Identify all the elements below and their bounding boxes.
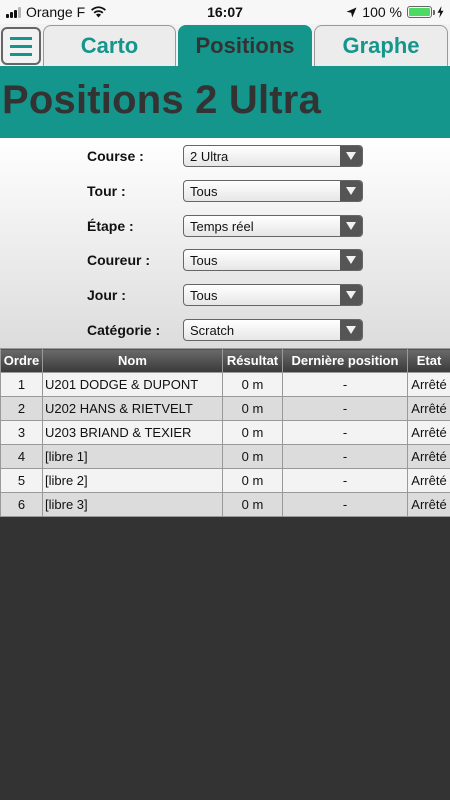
coureur-label: Coureur :: [87, 252, 150, 268]
jour-label: Jour :: [87, 287, 126, 303]
header-resultat[interactable]: Résultat: [222, 348, 283, 373]
cell-resultat: 0 m: [222, 372, 283, 397]
cell-derniere-position: -: [282, 444, 408, 469]
etape-select[interactable]: Temps réel: [183, 215, 363, 237]
coureur-select[interactable]: Tous: [183, 249, 363, 271]
page-title: Positions 2 Ultra: [2, 78, 322, 122]
cell-derniere-position: -: [282, 468, 408, 493]
cell-nom: [libre 3]: [42, 492, 223, 517]
tour-select[interactable]: Tous: [183, 180, 363, 202]
cell-etat: Arrêté: [407, 468, 450, 493]
cell-ordre: 2: [0, 396, 43, 421]
table-row[interactable]: 1 U201 DODGE & DUPONT 0 m - Arrêté: [0, 372, 450, 397]
cell-etat: Arrêté: [407, 420, 450, 445]
tab-graphe[interactable]: Graphe: [314, 25, 448, 66]
filter-row-tour: Tour : Tous: [0, 180, 450, 204]
cell-etat: Arrêté: [407, 444, 450, 469]
jour-select[interactable]: Tous: [183, 284, 363, 306]
filter-row-course: Course : 2 Ultra: [0, 145, 450, 169]
cell-resultat: 0 m: [222, 468, 283, 493]
cell-derniere-position: -: [282, 492, 408, 517]
title-band: Positions 2 Ultra: [0, 66, 450, 138]
cell-ordre: 4: [0, 444, 43, 469]
tour-select-value: Tous: [190, 184, 218, 199]
cell-nom: U203 BRIAND & TEXIER: [42, 420, 223, 445]
cell-etat: Arrêté: [407, 492, 450, 517]
table-row[interactable]: 5 [libre 2] 0 m - Arrêté: [0, 468, 450, 493]
table-row[interactable]: 6 [libre 3] 0 m - Arrêté: [0, 492, 450, 517]
positions-table: Ordre Nom Résultat Dernière position Eta…: [0, 348, 450, 517]
cell-derniere-position: -: [282, 396, 408, 421]
chevron-down-icon: [340, 181, 362, 201]
cell-nom: U202 HANS & RIETVELT: [42, 396, 223, 421]
filter-row-coureur: Coureur : Tous: [0, 249, 450, 273]
cell-resultat: 0 m: [222, 396, 283, 421]
cell-etat: Arrêté: [407, 372, 450, 397]
chevron-down-icon: [340, 285, 362, 305]
etape-label: Étape :: [87, 218, 134, 234]
cell-etat: Arrêté: [407, 396, 450, 421]
course-select-value: 2 Ultra: [190, 149, 229, 164]
filter-row-etape: Étape : Temps réel: [0, 215, 450, 239]
tab-carto[interactable]: Carto: [43, 25, 176, 66]
cell-derniere-position: -: [282, 372, 408, 397]
status-bar: Orange F 16:07 100 %: [0, 0, 450, 24]
categorie-select-value: Scratch: [190, 323, 235, 338]
cell-nom: [libre 2]: [42, 468, 223, 493]
table-row[interactable]: 3 U203 BRIAND & TEXIER 0 m - Arrêté: [0, 420, 450, 445]
chevron-down-icon: [340, 320, 362, 340]
tab-positions[interactable]: Positions: [178, 25, 312, 66]
chevron-down-icon: [340, 216, 362, 236]
filter-row-jour: Jour : Tous: [0, 284, 450, 308]
header-etat[interactable]: Etat: [407, 348, 450, 373]
status-right: 100 %: [346, 4, 444, 20]
cell-resultat: 0 m: [222, 444, 283, 469]
course-select[interactable]: 2 Ultra: [183, 145, 363, 167]
categorie-label: Catégorie :: [87, 322, 161, 338]
cell-nom: U201 DODGE & DUPONT: [42, 372, 223, 397]
table-row[interactable]: 4 [libre 1] 0 m - Arrêté: [0, 444, 450, 469]
cell-resultat: 0 m: [222, 492, 283, 517]
course-label: Course :: [87, 148, 144, 164]
charging-icon: [437, 6, 444, 18]
jour-select-value: Tous: [190, 288, 218, 303]
chevron-down-icon: [340, 146, 362, 166]
etape-select-value: Temps réel: [190, 219, 254, 234]
battery-percent: 100 %: [362, 4, 402, 20]
header-nom[interactable]: Nom: [42, 348, 223, 373]
filter-form: Course : 2 Ultra Tour : Tous Étape : Tem…: [0, 138, 450, 348]
tour-label: Tour :: [87, 183, 126, 199]
cell-nom: [libre 1]: [42, 444, 223, 469]
battery-icon: [407, 6, 435, 18]
categorie-select[interactable]: Scratch: [183, 319, 363, 341]
tab-bar: Carto Positions Graphe: [0, 24, 450, 66]
cell-ordre: 3: [0, 420, 43, 445]
cell-ordre: 1: [0, 372, 43, 397]
hamburger-icon[interactable]: [1, 27, 41, 65]
cell-ordre: 6: [0, 492, 43, 517]
table-header-row: Ordre Nom Résultat Dernière position Eta…: [0, 348, 450, 373]
filter-row-categorie: Catégorie : Scratch: [0, 319, 450, 343]
chevron-down-icon: [340, 250, 362, 270]
table-row[interactable]: 2 U202 HANS & RIETVELT 0 m - Arrêté: [0, 396, 450, 421]
coureur-select-value: Tous: [190, 253, 218, 268]
cell-resultat: 0 m: [222, 420, 283, 445]
location-arrow-icon: [346, 7, 357, 17]
cell-derniere-position: -: [282, 420, 408, 445]
cell-ordre: 5: [0, 468, 43, 493]
header-ordre[interactable]: Ordre: [0, 348, 43, 373]
header-derniere-position[interactable]: Dernière position: [282, 348, 408, 373]
